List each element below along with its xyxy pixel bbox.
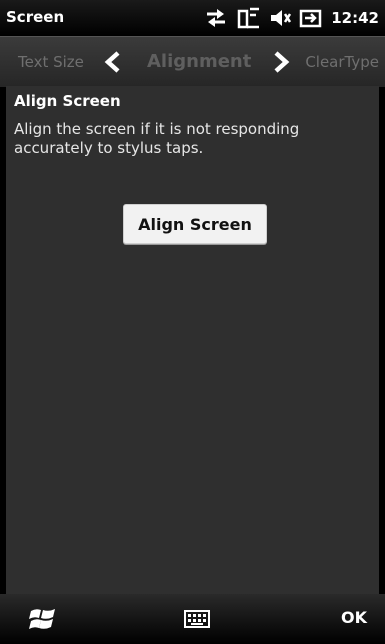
section-description: Align the screen if it is not responding… [14, 120, 300, 157]
tab-text-size[interactable]: Text Size [18, 53, 84, 71]
tab-strip: Text Size Alignment ClearType [0, 36, 385, 87]
chevron-right-icon[interactable] [270, 50, 292, 78]
app-title: Screen [6, 8, 65, 26]
signal-icon[interactable] [237, 7, 261, 29]
section-heading: Align Screen [14, 92, 121, 110]
align-screen-button[interactable]: Align Screen [123, 204, 267, 244]
soft-key-bar: OK [0, 594, 385, 644]
volume-muted-icon[interactable] [269, 7, 292, 29]
ok-button[interactable]: OK [341, 608, 367, 627]
windows-start-icon[interactable] [28, 606, 58, 636]
title-bar: Screen 12:42 [0, 0, 385, 36]
battery-plug-icon[interactable] [299, 7, 323, 29]
tab-alignment[interactable]: Alignment [147, 51, 251, 72]
keyboard-icon[interactable] [184, 610, 210, 632]
tab-cleartype[interactable]: ClearType [305, 53, 379, 71]
chevron-left-icon[interactable] [102, 50, 124, 78]
status-icons: 12:42 [203, 6, 379, 30]
content-panel: Align Screen Align the screen if it is n… [6, 86, 379, 594]
connectivity-arrows-icon[interactable] [203, 8, 229, 28]
clock[interactable]: 12:42 [331, 9, 379, 27]
